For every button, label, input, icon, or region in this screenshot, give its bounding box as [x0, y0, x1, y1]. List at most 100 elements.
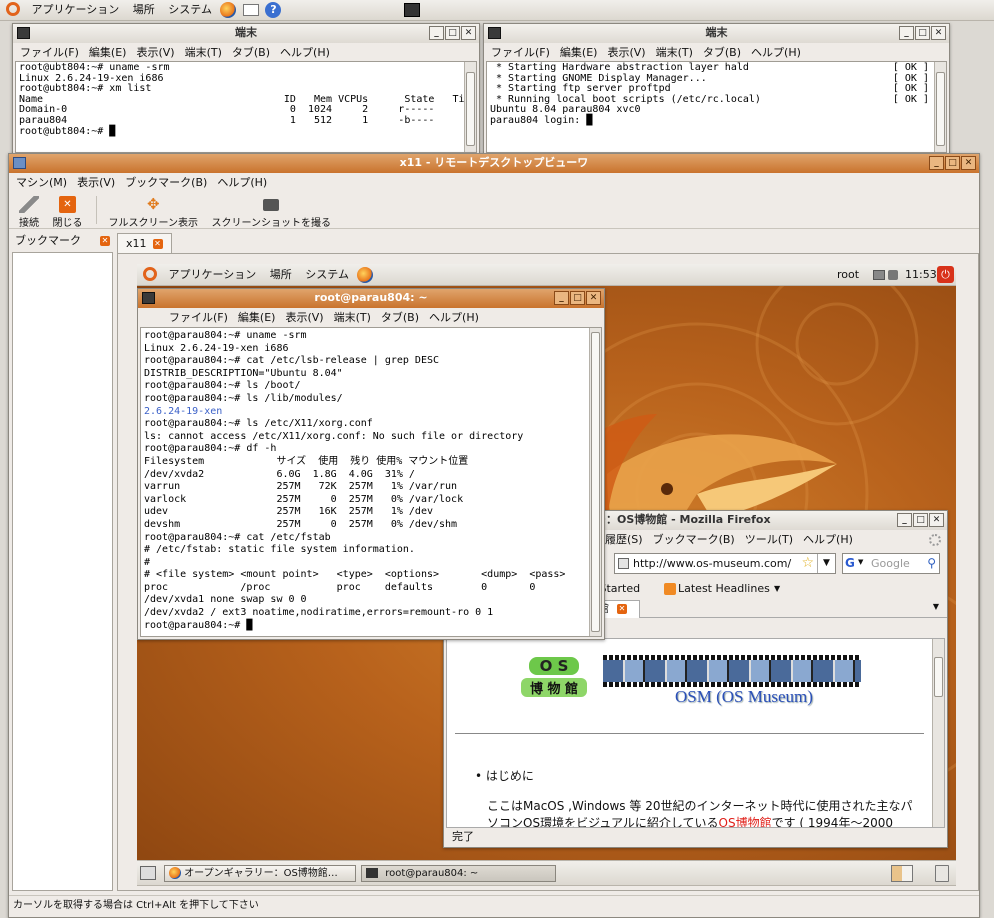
menu-file[interactable]: ファイル(F) — [15, 43, 84, 63]
minimize-button[interactable]: _ — [899, 26, 914, 40]
menu-view[interactable]: 表示(V) — [72, 173, 120, 193]
scrollbar[interactable] — [934, 62, 946, 152]
menu-help[interactable]: ヘルプ(H) — [746, 43, 806, 63]
guest-menu-places[interactable]: 場所 — [265, 265, 297, 285]
bookmark-star-icon[interactable]: ☆ — [801, 555, 814, 571]
minimize-button[interactable]: _ — [554, 291, 569, 305]
titlebar[interactable]: x11 - リモートデスクトップビューワ _ □ ✕ — [9, 154, 979, 173]
firefox-launcher-icon[interactable] — [220, 2, 237, 18]
bookmarks-list[interactable] — [12, 252, 113, 891]
close-button[interactable]: ✕ — [929, 513, 944, 527]
volume-icon[interactable] — [888, 270, 898, 280]
trash-icon[interactable] — [935, 865, 949, 882]
menu-file[interactable]: ファイル(F) — [486, 43, 555, 63]
headlines-dropdown-icon[interactable]: ▼ — [774, 578, 780, 600]
firefox-launcher-icon[interactable] — [357, 267, 374, 283]
close-button[interactable]: ✕ — [931, 26, 946, 40]
maximize-button[interactable]: □ — [570, 291, 585, 305]
search-magnifier-icon[interactable]: ⚲ — [927, 556, 936, 570]
guest-desktop[interactable]: アプリケーション 場所 システム root 11:53 ⏻ ャラリー：OS博物館… — [137, 264, 956, 886]
menu-terminal[interactable]: 端末(T) — [180, 43, 227, 63]
menu-edit[interactable]: 編集(E) — [555, 43, 603, 63]
google-engine-icon[interactable]: G — [845, 556, 859, 571]
page-content[interactable]: O S 博 物 館 OSM (OS Museum) • はじめに ここはMacO… — [446, 638, 945, 828]
minimize-button[interactable]: _ — [929, 156, 944, 170]
ubuntu-logo-icon[interactable] — [6, 2, 20, 16]
user-name[interactable]: root — [837, 264, 859, 286]
scrollbar[interactable] — [464, 62, 476, 152]
url-bar[interactable]: http://www.os-museum.com/ ☆ ▼ — [614, 553, 836, 574]
menu-help[interactable]: ヘルプ(H) — [275, 43, 335, 63]
terminal-launcher-icon[interactable] — [404, 3, 420, 17]
titlebar[interactable]: 端末 _ □ ✕ — [13, 24, 479, 43]
tab-list-icon[interactable]: ▼ — [933, 602, 939, 611]
tab-x11[interactable]: x11 ✕ — [117, 233, 172, 253]
minimize-button[interactable]: _ — [429, 26, 444, 40]
guest-bottom-panel: オープンギャラリー：OS博物館… root@parau804: ~ — [137, 860, 956, 886]
menu-tabs[interactable]: タブ(B) — [376, 308, 424, 328]
minimize-button[interactable]: _ — [897, 513, 912, 527]
menu-view[interactable]: 表示(V) — [602, 43, 650, 63]
maximize-button[interactable]: □ — [445, 26, 460, 40]
menu-view[interactable]: 表示(V) — [131, 43, 179, 63]
close-connection-button[interactable]: ✕ 閉じる — [53, 196, 83, 229]
mail-launcher-icon[interactable] — [242, 4, 259, 16]
page-scrollbar[interactable] — [932, 639, 944, 827]
workspace-switcher[interactable] — [891, 865, 913, 882]
menu-history[interactable]: 履歴(S) — [600, 530, 648, 550]
menu-terminal[interactable]: 端末(T) — [329, 308, 376, 328]
menu-edit[interactable]: 編集(E) — [233, 308, 281, 328]
menu-tabs[interactable]: タブ(B) — [698, 43, 746, 63]
menu-terminal[interactable]: 端末(T) — [651, 43, 698, 63]
clock[interactable]: 11:53 — [905, 264, 937, 286]
url-dropdown-icon[interactable]: ▼ — [817, 554, 835, 573]
power-icon[interactable]: ⏻ — [937, 266, 954, 283]
menu-tools[interactable]: ツール(T) — [740, 530, 798, 550]
close-sidebar-icon[interactable]: ✕ — [100, 236, 110, 246]
close-button[interactable]: ✕ — [586, 291, 601, 305]
help-launcher-icon[interactable]: ? — [265, 2, 282, 18]
menu-help[interactable]: ヘルプ(H) — [424, 308, 484, 328]
host-menu-system[interactable]: システム — [163, 0, 217, 20]
search-box[interactable]: G ▼ Google ⚲ — [842, 553, 940, 574]
guest-menu-system[interactable]: システム — [300, 265, 354, 285]
guest-menu-applications[interactable]: アプリケーション — [164, 265, 262, 285]
fullscreen-button[interactable]: ✥ フルスクリーン表示 — [109, 196, 199, 230]
menu-edit[interactable]: 編集(E) — [84, 43, 132, 63]
close-tab-icon[interactable]: ✕ — [617, 604, 627, 614]
host-menu-applications[interactable]: アプリケーション — [27, 0, 125, 20]
host-menu-places[interactable]: 場所 — [128, 0, 160, 20]
maximize-button[interactable]: □ — [913, 513, 928, 527]
screenshot-button[interactable]: スクリーンショットを撮る — [212, 196, 331, 229]
menu-bookmarks[interactable]: ブックマーク(B) — [120, 173, 212, 193]
show-desktop-icon[interactable] — [140, 866, 156, 880]
museum-logo[interactable]: O S 博 物 館 — [521, 657, 587, 703]
menu-machine[interactable]: マシン(M) — [11, 173, 72, 193]
menu-bookmarks[interactable]: ブックマーク(B) — [648, 530, 740, 550]
menu-file[interactable]: ファイル(F) — [164, 308, 233, 328]
titlebar[interactable]: 端末 _ □ ✕ — [484, 24, 949, 43]
scrollbar[interactable] — [589, 328, 601, 636]
bookmark-latest-headlines[interactable]: Latest Headlines — [678, 578, 770, 600]
menu-view[interactable]: 表示(V) — [280, 308, 328, 328]
titlebar[interactable]: root@parau804: ~ _ □ ✕ — [138, 289, 604, 308]
close-button[interactable]: ✕ — [461, 26, 476, 40]
maximize-button[interactable]: □ — [945, 156, 960, 170]
url-text[interactable]: http://www.os-museum.com/ — [633, 557, 791, 570]
connect-button[interactable]: 接続 — [19, 196, 39, 229]
ubuntu-logo-icon[interactable] — [143, 267, 157, 281]
close-tab-icon[interactable]: ✕ — [152, 239, 163, 249]
menu-help[interactable]: ヘルプ(H) — [798, 530, 858, 550]
taskbar-terminal[interactable]: root@parau804: ~ — [361, 865, 556, 882]
menubar: ファイル(F) 編集(E) 表示(V) 端末(T) タブ(B) ヘルプ(H) — [138, 308, 604, 326]
menu-help[interactable]: ヘルプ(H) — [212, 173, 272, 193]
engine-dropdown-icon[interactable]: ▼ — [858, 558, 863, 566]
menu-tabs[interactable]: タブ(B) — [227, 43, 275, 63]
terminal-screen[interactable]: * Starting Hardware abstraction layer ha… — [486, 61, 947, 153]
menubar: マシン(M) 表示(V) ブックマーク(B) ヘルプ(H) — [9, 173, 979, 193]
terminal-screen[interactable]: root@parau804:~# uname -srm Linux 2.6.24… — [140, 327, 602, 637]
terminal-screen[interactable]: root@ubt804:~# uname -srm Linux 2.6.24-1… — [15, 61, 477, 153]
close-button[interactable]: ✕ — [961, 156, 976, 170]
maximize-button[interactable]: □ — [915, 26, 930, 40]
taskbar-firefox[interactable]: オープンギャラリー：OS博物館… — [164, 865, 356, 882]
